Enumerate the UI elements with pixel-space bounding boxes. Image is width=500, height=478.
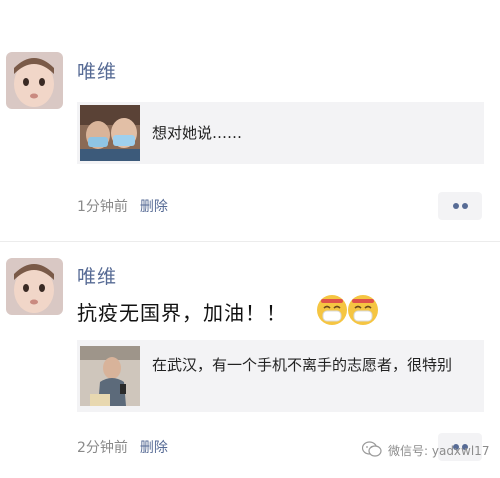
post-time: 2分钟前	[77, 440, 128, 456]
post-text: 抗疫无国界，加油！！	[77, 301, 287, 325]
mask-face-emoji	[315, 293, 349, 327]
watermark-text: 微信号: yadxwl17	[388, 444, 490, 458]
avatar[interactable]	[6, 52, 63, 109]
post-meta: 2分钟前 删除	[77, 437, 168, 457]
username[interactable]: 唯维	[77, 262, 117, 289]
shared-link-card[interactable]: 在武汉，有一个手机不离手的志愿者，很特别	[77, 340, 484, 412]
watermark: 微信号: yadxwl17	[361, 441, 490, 460]
delete-link[interactable]: 删除	[140, 199, 168, 215]
share-thumbnail	[80, 346, 140, 406]
shared-link-card[interactable]: 想对她说……	[77, 102, 484, 164]
mask-face-emoji	[346, 293, 380, 327]
delete-link[interactable]: 删除	[140, 440, 168, 456]
avatar[interactable]	[6, 258, 63, 315]
share-thumbnail	[80, 105, 140, 161]
username[interactable]: 唯维	[77, 57, 117, 84]
share-title: 想对她说……	[152, 124, 243, 142]
more-dots-icon[interactable]	[438, 192, 482, 220]
divider	[0, 241, 500, 242]
post-meta: 1分钟前 删除	[77, 196, 168, 216]
moments-post-1: 唯维 想对她说…… 1分钟前 删除	[0, 0, 500, 244]
post-time: 1分钟前	[77, 199, 128, 215]
wechat-logo-icon	[361, 441, 382, 460]
share-title: 在武汉，有一个手机不离手的志愿者，很特别	[152, 356, 453, 374]
